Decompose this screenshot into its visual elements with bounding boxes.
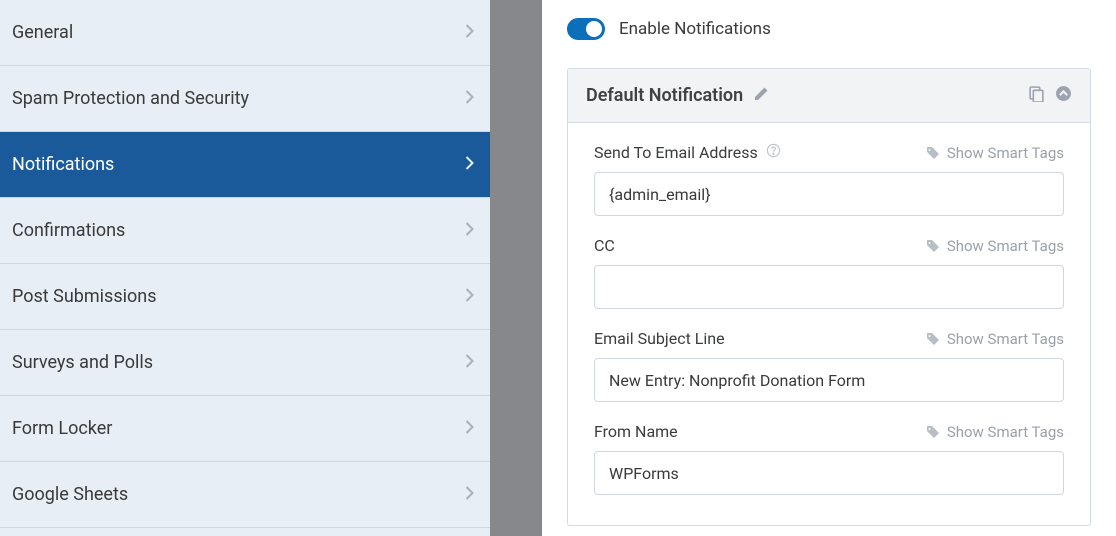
collapse-icon[interactable] [1055,85,1072,106]
smart-tags-label: Show Smart Tags [947,237,1064,255]
field-from-name: From Name Show Smart Tags [594,422,1064,495]
panel-title: Default Notification [586,85,743,106]
sidebar-item-label: Form Locker [12,418,112,439]
chevron-right-icon [465,88,474,109]
notification-panel: Default Notification Send To Email Addre… [567,68,1091,526]
settings-sidebar: General Spam Protection and Security Not… [0,0,490,536]
send-to-input[interactable] [594,172,1064,216]
tag-icon [925,145,941,161]
chevron-right-icon [465,352,474,373]
field-label: From Name [594,422,678,441]
enable-notifications-row: Enable Notifications [567,18,1091,40]
sidebar-item-label: General [12,22,73,43]
enable-notifications-toggle[interactable] [567,18,605,40]
sidebar-item-label: Spam Protection and Security [12,88,249,109]
panel-body: Send To Email Address Show Smart Tags [568,123,1090,525]
enable-notifications-label: Enable Notifications [619,19,771,39]
sidebar-item-surveys[interactable]: Surveys and Polls [0,330,490,396]
main-content: Enable Notifications Default Notificatio… [542,0,1116,536]
sidebar-item-notifications[interactable]: Notifications [0,132,490,198]
smart-tags-label: Show Smart Tags [947,144,1064,162]
tag-icon [925,238,941,254]
sidebar-item-label: Post Submissions [12,286,156,307]
smart-tags-label: Show Smart Tags [947,330,1064,348]
subject-input[interactable] [594,358,1064,402]
field-label: Email Subject Line [594,329,725,348]
tag-icon [925,424,941,440]
chevron-right-icon [465,154,474,175]
chevron-right-icon [465,286,474,307]
chevron-right-icon [465,220,474,241]
sidebar-item-confirmations[interactable]: Confirmations [0,198,490,264]
duplicate-icon[interactable] [1028,85,1045,106]
field-cc: CC Show Smart Tags [594,236,1064,309]
cc-input[interactable] [594,265,1064,309]
show-smart-tags[interactable]: Show Smart Tags [925,330,1064,348]
smart-tags-label: Show Smart Tags [947,423,1064,441]
field-send-to: Send To Email Address Show Smart Tags [594,143,1064,216]
sidebar-item-general[interactable]: General [0,0,490,66]
sidebar-item-post-submissions[interactable]: Post Submissions [0,264,490,330]
show-smart-tags[interactable]: Show Smart Tags [925,423,1064,441]
sidebar-item-google-sheets[interactable]: Google Sheets [0,462,490,528]
pencil-icon[interactable] [753,86,769,106]
toggle-knob [586,21,602,37]
chevron-right-icon [465,484,474,505]
panel-header: Default Notification [568,69,1090,123]
show-smart-tags[interactable]: Show Smart Tags [925,237,1064,255]
field-label: CC [594,236,615,255]
chevron-right-icon [465,418,474,439]
sidebar-item-label: Confirmations [12,220,125,241]
from-name-input[interactable] [594,451,1064,495]
show-smart-tags[interactable]: Show Smart Tags [925,144,1064,162]
tag-icon [925,331,941,347]
sidebar-item-label: Google Sheets [12,484,128,505]
panel-gap [490,0,542,536]
sidebar-item-label: Notifications [12,154,114,175]
help-icon[interactable] [766,143,781,162]
chevron-right-icon [465,22,474,43]
field-label: Send To Email Address [594,143,758,162]
field-subject: Email Subject Line Show Smart Tags [594,329,1064,402]
sidebar-item-spam[interactable]: Spam Protection and Security [0,66,490,132]
sidebar-item-label: Surveys and Polls [12,352,153,373]
sidebar-item-form-locker[interactable]: Form Locker [0,396,490,462]
